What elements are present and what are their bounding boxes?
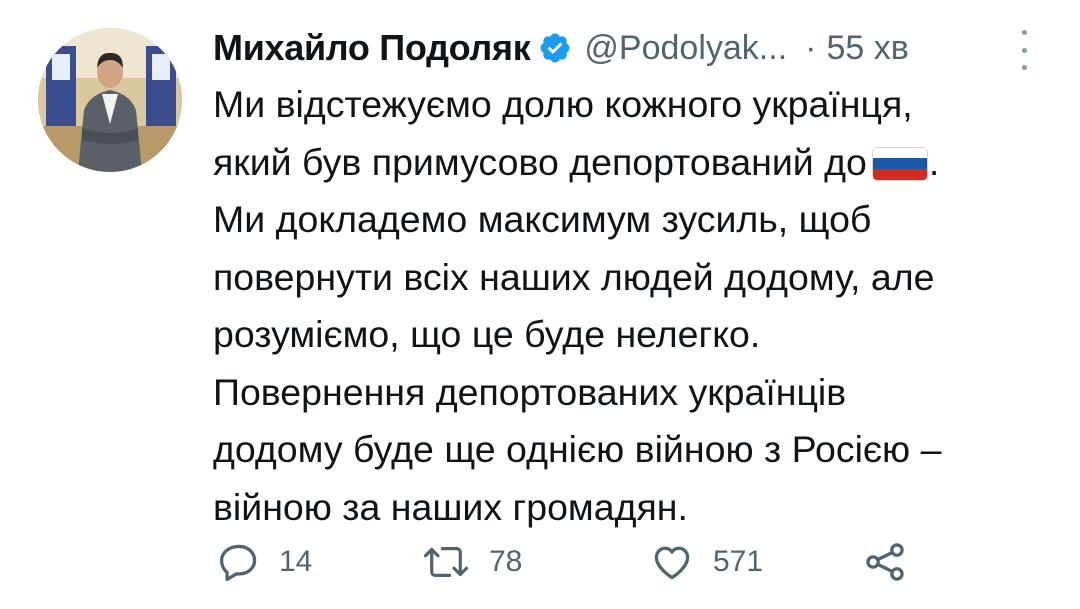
tweet-text: Ми відстежуємо долю кожного українця, як… xyxy=(213,76,1063,536)
like-button[interactable]: 571 xyxy=(649,540,763,584)
tweet-text-line: Ми відстежуємо долю кожного українця, xyxy=(213,83,913,125)
russia-flag-icon xyxy=(872,147,927,180)
author-name[interactable]: Михайло Подоляк xyxy=(213,27,531,69)
tweet-text-line: Ми докладемо максимум зусиль, щоб xyxy=(213,198,872,240)
tweet-text-line: розуміємо, що це буде нелегко. xyxy=(213,313,761,355)
tweet-header: Михайло Подоляк @Podolyak... · 55 хв xyxy=(213,24,909,72)
retweet-icon xyxy=(423,547,469,577)
avatar-photo xyxy=(38,28,182,172)
more-options-icon[interactable] xyxy=(1016,30,1032,70)
reply-icon xyxy=(219,544,257,582)
header-separator: · xyxy=(805,28,817,67)
heart-icon xyxy=(654,546,690,580)
tweet-text-line-suffix: . xyxy=(928,140,940,183)
share-button[interactable] xyxy=(863,540,907,584)
tweet-timestamp[interactable]: 55 хв xyxy=(826,29,908,68)
tweet-actions: 14 78 571 xyxy=(213,540,933,596)
reply-button[interactable]: 14 xyxy=(217,540,312,584)
tweet-text-line: війною за наших громадян. xyxy=(213,485,688,528)
like-count: 571 xyxy=(713,545,764,578)
author-handle[interactable]: @Podolyak... xyxy=(584,29,787,68)
tweet-text-line: повернути всіх наших людей додому, але xyxy=(213,255,935,298)
tweet-text-line: Повернення депортованих українців xyxy=(213,370,847,413)
tweet-text-line-content: який був примусово депортований до xyxy=(213,140,867,183)
share-icon xyxy=(866,543,904,581)
tweet-card[interactable]: Михайло Подоляк @Podolyak... · 55 хв Ми … xyxy=(0,0,1080,609)
retweet-count: 78 xyxy=(489,545,523,578)
reply-count: 14 xyxy=(279,545,313,578)
tweet-text-line: додому буде ще однією війною з Росією – xyxy=(213,428,942,470)
verified-badge-icon xyxy=(538,31,572,65)
retweet-button[interactable]: 78 xyxy=(421,540,522,584)
author-avatar[interactable] xyxy=(38,28,182,172)
tweet-text-line: який був примусово депортований до. xyxy=(213,134,1063,192)
